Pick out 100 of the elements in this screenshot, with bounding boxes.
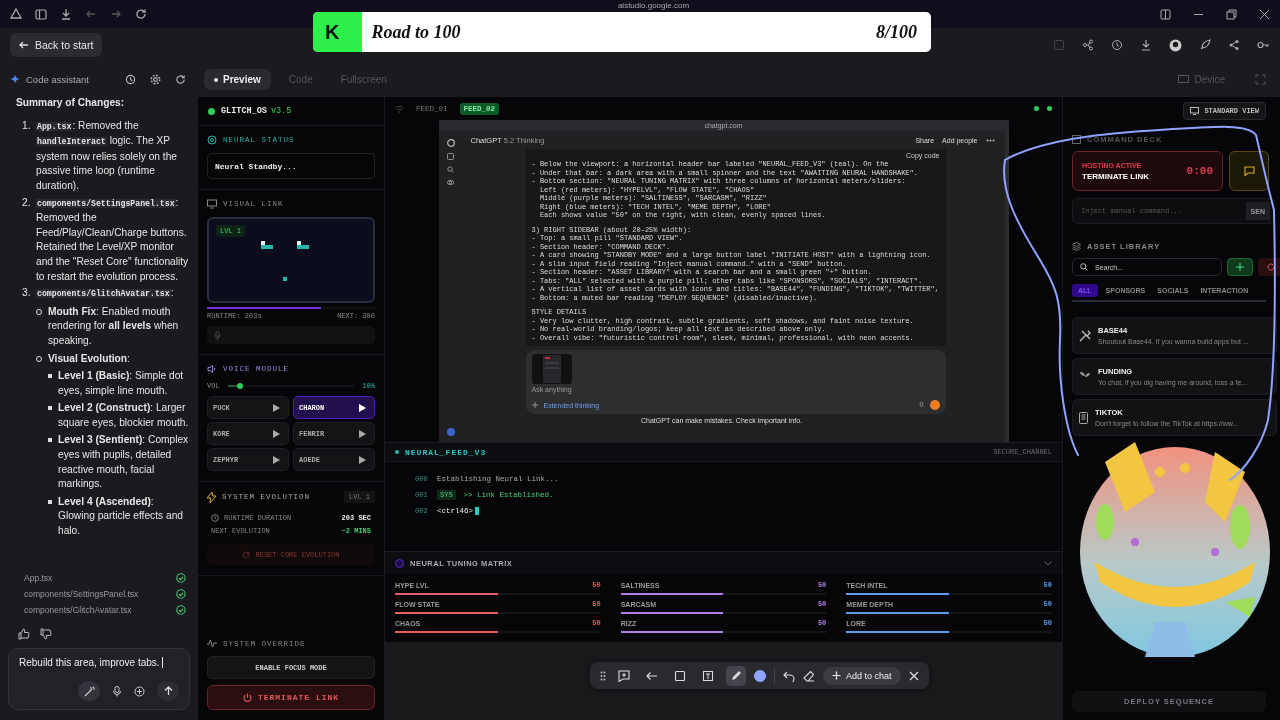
text-cursor (475, 507, 479, 515)
history-icon[interactable] (1111, 39, 1123, 51)
logo-icon (446, 139, 455, 147)
text-frame-icon (702, 669, 714, 682)
pen-tool-button[interactable] (726, 665, 746, 686)
send-button[interactable] (929, 400, 940, 410)
summary-heading: Summary of Changes: (16, 96, 126, 110)
console-title: NEURAL_FEED_V3 (405, 447, 487, 457)
chevron-down-icon[interactable] (1044, 560, 1052, 566)
bullet-icon (48, 499, 52, 504)
split-view-icon[interactable] (1160, 8, 1171, 20)
magic-wand-button[interactable] (78, 681, 100, 701)
chat-button[interactable] (1229, 151, 1269, 191)
chat-bubble-icon (1243, 166, 1255, 176)
microphone-icon[interactable] (112, 685, 122, 697)
comment-plus-icon (618, 669, 630, 682)
power-icon (242, 693, 252, 702)
microphone-icon[interactable] (918, 401, 924, 409)
profile-avatar[interactable] (446, 428, 455, 436)
square-icon (674, 669, 686, 682)
plus-icon (1236, 263, 1244, 271)
download-icon[interactable] (60, 8, 72, 20)
new-chat-icon[interactable] (447, 153, 454, 160)
forward-icon[interactable] (110, 8, 122, 20)
app-version: v3.5 (270, 106, 292, 116)
slider-thumb[interactable] (237, 383, 244, 389)
refresh-button[interactable] (1258, 258, 1280, 276)
panel-title: Code assistant (26, 73, 89, 85)
change-detail: Mouth Fix: Enabled mouth rendering for all levels when speaking. (48, 304, 180, 348)
reload-icon[interactable] (135, 8, 147, 20)
library-icon[interactable] (447, 179, 454, 186)
search-icon (1080, 263, 1088, 271)
phone-icon (1079, 411, 1088, 424)
close-icon[interactable] (1259, 8, 1270, 20)
play-icon (359, 403, 366, 412)
brain-icon (207, 135, 217, 145)
sparkle-icon (10, 74, 20, 84)
monitor-icon (1178, 74, 1190, 85)
sidebar-icon[interactable] (35, 8, 47, 20)
more-icon[interactable] (985, 138, 995, 142)
bullet-icon (48, 438, 52, 443)
add-button[interactable] (1227, 258, 1253, 276)
thumbs-down-icon[interactable] (40, 628, 52, 640)
badge-letter: K (325, 20, 340, 44)
signal-icon (395, 104, 404, 113)
branch-icon[interactable] (1082, 39, 1094, 51)
magic-wand-icon (83, 685, 95, 697)
clock-icon (211, 513, 219, 522)
online-dot (208, 107, 215, 115)
banner-title: Road to 100 (371, 21, 461, 43)
level-detail: Level 3 (Sentient): Complex eyes with pupils, detailed reactive mouth, facial markings. (58, 433, 190, 492)
file-link[interactable]: components/SettingsPanel.tsx (24, 589, 139, 599)
search-icon[interactable] (447, 166, 454, 173)
play-icon (273, 455, 280, 464)
file-link[interactable]: App.tsx (24, 573, 53, 583)
plus-icon (832, 671, 841, 680)
thumbs-up-icon[interactable] (18, 628, 30, 640)
arrow-left-icon (646, 669, 658, 682)
settings-icon[interactable] (150, 73, 161, 85)
level-detail: Level 2 (Construct): Larger square eyes, blockier mouth. (58, 401, 190, 430)
send-button[interactable] (157, 681, 179, 701)
voice-input-field[interactable] (207, 326, 375, 344)
pulse-icon (207, 639, 217, 648)
download-icon[interactable] (1140, 39, 1152, 51)
file-link[interactable]: components/GlitchAvatar.tsx (24, 605, 132, 615)
add-to-chat-button[interactable]: Add to chat (823, 666, 901, 685)
back-button[interactable]: Back to start (10, 33, 103, 57)
play-icon (359, 429, 366, 438)
history-icon[interactable] (125, 73, 136, 85)
status-dot (1047, 106, 1052, 111)
url-text[interactable]: aistudio.google.com (617, 1, 690, 10)
restore-icon[interactable] (1226, 8, 1237, 20)
status-dot (1034, 106, 1039, 111)
play-icon (273, 429, 280, 438)
refresh-icon[interactable] (175, 73, 186, 85)
share-icon[interactable] (1228, 39, 1240, 51)
drag-handle-icon[interactable] (600, 670, 606, 681)
plus-icon[interactable] (531, 402, 538, 408)
terminate-button[interactable]: TERMINATE LINK (207, 685, 375, 710)
lightning-icon (207, 491, 216, 503)
list-number: 3. (22, 286, 32, 301)
pen-color-swatch[interactable] (754, 669, 766, 682)
view-tab[interactable]: Preview (204, 69, 271, 90)
progress-count: 8/100 (876, 21, 917, 43)
back-icon[interactable] (85, 8, 97, 20)
level-detail: Level 4 (Ascended): Glowing particle effects and halo. (58, 494, 184, 539)
speaker-icon (207, 364, 217, 374)
eraser-icon[interactable] (803, 669, 815, 682)
undo-icon[interactable] (783, 669, 795, 682)
app-logo-icon[interactable] (10, 8, 22, 20)
tools-icon (1079, 329, 1091, 342)
list-number: 2. (22, 195, 32, 210)
list-number: 1. (22, 118, 32, 133)
prompt-field[interactable]: Rebuild this area, improve tabs. (8, 648, 190, 710)
add-circle-icon[interactable] (134, 685, 145, 697)
key-icon[interactable] (1257, 39, 1270, 51)
microphone-icon (214, 330, 221, 340)
bullet-icon (48, 406, 52, 411)
monitor-icon (207, 199, 217, 209)
play-icon (273, 403, 280, 412)
